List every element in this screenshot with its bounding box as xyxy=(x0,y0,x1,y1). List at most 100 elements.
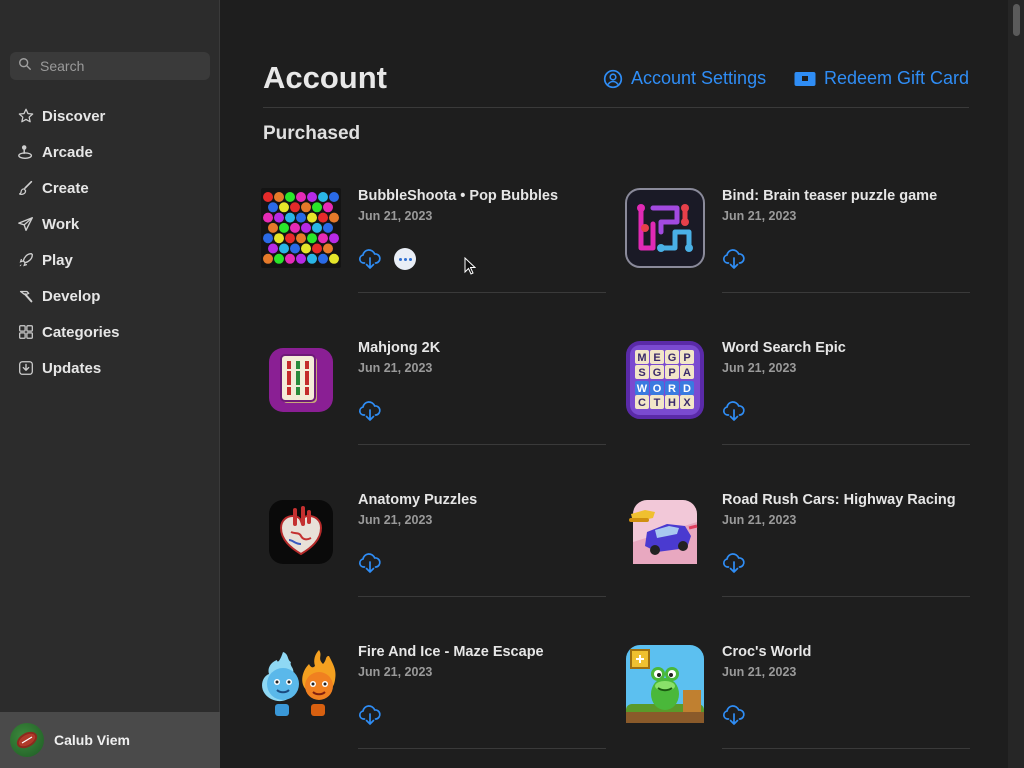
cloud-download-icon[interactable] xyxy=(722,552,746,574)
app-name: Fire And Ice - Maze Escape xyxy=(358,644,544,660)
sidebar-item-label: Arcade xyxy=(42,143,93,161)
app-name: Road Rush Cars: Highway Racing xyxy=(722,492,956,508)
purchase-date: Jun 21, 2023 xyxy=(358,665,433,679)
redeem-gift-card-link[interactable]: Redeem Gift Card xyxy=(794,68,969,89)
item-divider xyxy=(358,596,606,597)
cloud-download-icon[interactable] xyxy=(722,400,746,422)
search-box[interactable] xyxy=(10,52,210,80)
purchase-date: Jun 21, 2023 xyxy=(722,513,797,527)
svg-text:P: P xyxy=(668,367,675,379)
sidebar-item-label: Work xyxy=(42,215,80,233)
cloud-download-icon[interactable] xyxy=(722,704,746,726)
sidebar-item-discover[interactable]: Discover xyxy=(0,98,220,134)
svg-text:M: M xyxy=(637,352,646,364)
joystick-icon xyxy=(16,142,36,162)
user-name: Calub Viem xyxy=(54,732,130,748)
cloud-download-icon[interactable] xyxy=(722,248,746,270)
svg-text:G: G xyxy=(668,352,677,364)
road-rush-app-icon xyxy=(625,492,705,572)
header-divider xyxy=(263,107,969,108)
svg-text:W: W xyxy=(637,383,648,395)
account-settings-label: Account Settings xyxy=(631,68,767,88)
svg-text:H: H xyxy=(668,397,676,409)
app-item-road-rush-cars[interactable]: Road Rush Cars: Highway Racing Jun 21, 2… xyxy=(625,492,971,644)
item-divider xyxy=(722,292,970,293)
avatar xyxy=(10,723,44,757)
mouse-cursor-icon xyxy=(464,257,476,275)
bind-app-icon xyxy=(625,188,705,268)
user-profile[interactable]: Calub Viem xyxy=(0,712,220,768)
app-item-crocs-world[interactable]: Croc's World Jun 21, 2023 xyxy=(625,644,971,768)
sidebar: Discover Arcade Create Work Play Develop… xyxy=(0,0,220,768)
cloud-download-icon[interactable] xyxy=(358,248,382,270)
rocket-icon xyxy=(16,250,36,270)
svg-text:S: S xyxy=(638,367,645,379)
gift-card-icon xyxy=(794,71,816,86)
sidebar-item-label: Develop xyxy=(42,287,101,305)
sidebar-item-work[interactable]: Work xyxy=(0,206,220,242)
svg-text:X: X xyxy=(683,397,691,409)
svg-text:E: E xyxy=(653,352,660,364)
redeem-label: Redeem Gift Card xyxy=(824,68,970,88)
app-name: Croc's World xyxy=(722,644,812,660)
item-divider xyxy=(358,444,606,445)
sidebar-item-play[interactable]: Play xyxy=(0,242,220,278)
anatomy-app-icon xyxy=(261,492,341,572)
sidebar-item-label: Categories xyxy=(42,323,120,341)
purchase-date: Jun 21, 2023 xyxy=(358,361,433,375)
svg-text:G: G xyxy=(653,367,662,379)
app-item-word-search-epic[interactable]: MEGPSGPAWORDCTHX Word Search Epic Jun 21… xyxy=(625,340,971,492)
svg-text:D: D xyxy=(683,383,691,395)
app-item-fire-and-ice[interactable]: Fire And Ice - Maze Escape Jun 21, 2023 xyxy=(261,644,607,768)
svg-text:A: A xyxy=(683,367,691,379)
cloud-download-icon[interactable] xyxy=(358,400,382,422)
purchase-date: Jun 21, 2023 xyxy=(722,665,797,679)
purchase-date: Jun 21, 2023 xyxy=(358,513,433,527)
app-item-anatomy-puzzles[interactable]: Anatomy Puzzles Jun 21, 2023 xyxy=(261,492,607,644)
mahjong-app-icon xyxy=(261,340,341,420)
download-icon xyxy=(16,358,36,378)
account-settings-link[interactable]: Account Settings xyxy=(603,68,766,89)
app-item-bubbleshoota[interactable]: BubbleShoota • Pop Bubbles Jun 21, 2023 xyxy=(261,188,607,340)
bubbleshoota-app-icon xyxy=(261,188,341,268)
paperplane-icon xyxy=(16,214,36,234)
cloud-download-icon[interactable] xyxy=(358,552,382,574)
more-options-button[interactable] xyxy=(394,248,416,270)
app-item-mahjong-2k[interactable]: Mahjong 2K Jun 21, 2023 xyxy=(261,340,607,492)
sidebar-item-categories[interactable]: Categories xyxy=(0,314,220,350)
purchase-date: Jun 21, 2023 xyxy=(722,209,797,223)
hammer-icon xyxy=(16,286,36,306)
grid-icon xyxy=(16,322,36,342)
cloud-download-icon[interactable] xyxy=(358,704,382,726)
sidebar-item-label: Create xyxy=(42,179,89,197)
app-item-bind[interactable]: Bind: Brain teaser puzzle game Jun 21, 2… xyxy=(625,188,971,340)
item-divider xyxy=(358,292,606,293)
svg-text:P: P xyxy=(683,352,690,364)
svg-text:C: C xyxy=(638,397,646,409)
app-name: Bind: Brain teaser puzzle game xyxy=(722,188,938,204)
sidebar-item-updates[interactable]: Updates xyxy=(0,350,220,386)
svg-text:O: O xyxy=(653,383,662,395)
app-name: Mahjong 2K xyxy=(358,340,441,356)
sidebar-item-create[interactable]: Create xyxy=(0,170,220,206)
sidebar-item-label: Updates xyxy=(42,359,102,377)
word-search-app-icon: MEGPSGPAWORDCTHX xyxy=(625,340,705,420)
item-divider xyxy=(722,748,970,749)
sidebar-item-label: Play xyxy=(42,251,73,269)
sidebar-item-label: Discover xyxy=(42,107,106,125)
person-circle-icon xyxy=(603,69,623,88)
svg-text:R: R xyxy=(668,383,676,395)
scrollbar-thumb[interactable] xyxy=(1013,4,1020,36)
search-icon xyxy=(18,57,32,76)
star-icon xyxy=(16,106,36,126)
item-divider xyxy=(722,596,970,597)
purchase-date: Jun 21, 2023 xyxy=(358,209,433,223)
svg-text:T: T xyxy=(654,397,661,409)
sidebar-item-develop[interactable]: Develop xyxy=(0,278,220,314)
search-input[interactable] xyxy=(40,58,200,74)
app-name: Anatomy Puzzles xyxy=(358,492,478,508)
crocs-world-app-icon xyxy=(625,644,705,724)
sidebar-item-arcade[interactable]: Arcade xyxy=(0,134,220,170)
item-divider xyxy=(358,748,606,749)
scrollbar[interactable] xyxy=(1008,0,1024,768)
